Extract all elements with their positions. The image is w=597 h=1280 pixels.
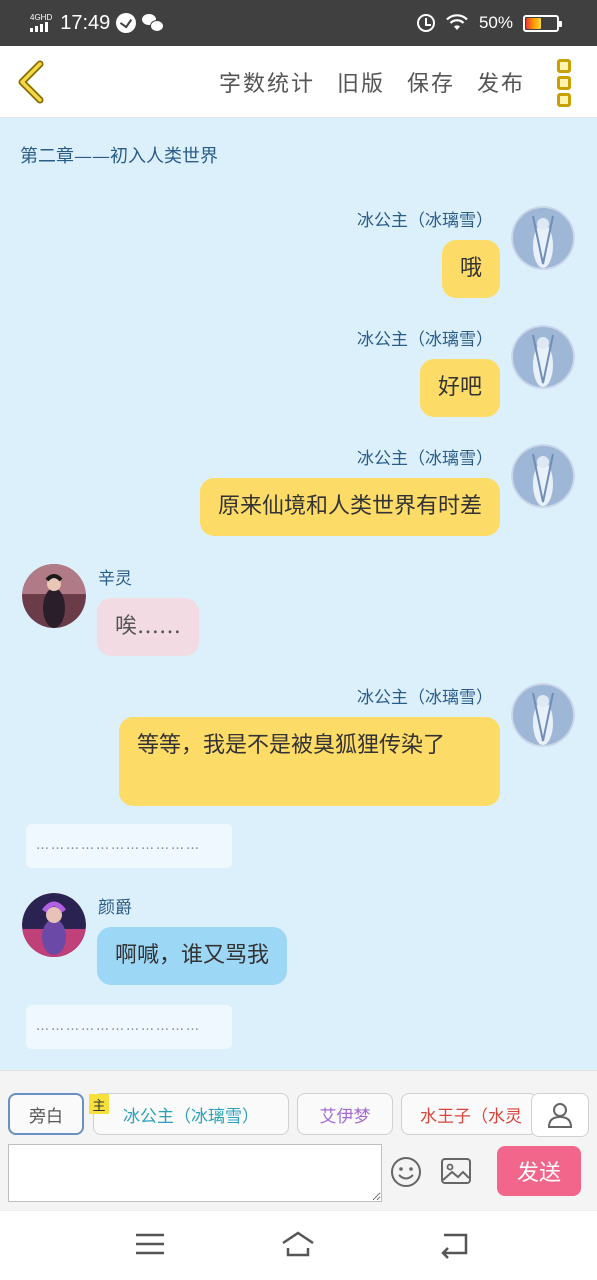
avatar-xinling[interactable] (22, 564, 86, 628)
word-count-button[interactable]: 字数统计 (219, 66, 315, 98)
role-narration[interactable]: 旁白 (8, 1093, 84, 1135)
message-bubble[interactable]: 好吧 (419, 359, 500, 417)
input-bar: 发送 (0, 1140, 597, 1210)
back-icon[interactable] (436, 1229, 472, 1259)
wifi-icon (446, 14, 468, 30)
speaker-name: 冰公主（冰璃雪） (357, 330, 493, 350)
more-vertical-icon[interactable] (557, 59, 573, 107)
publish-button[interactable]: 发布 (477, 66, 525, 98)
speaker-name: 冰公主（冰璃雪） (357, 688, 493, 708)
message-bubble[interactable]: 哦 (441, 240, 500, 298)
speaker-name: 颜爵 (98, 898, 132, 918)
network-type: 4GHD (30, 13, 53, 22)
send-button[interactable]: 发送 (497, 1146, 581, 1196)
chevron-left-icon (18, 60, 44, 104)
avatar-ice-princess[interactable] (511, 683, 575, 747)
old-version-button[interactable]: 旧版 (337, 66, 385, 98)
message-bubble[interactable]: 原来仙境和人类世界有时差 (199, 478, 500, 536)
signal-icon: 4GHD (30, 14, 52, 32)
chat-area[interactable]: 第二章——初入人类世界 冰公主（冰璃雪） 哦 冰公主（冰璃雪） 好吧 冰公主（冰… (0, 118, 597, 1070)
alarm-icon (416, 14, 435, 32)
avatar-ice-princess[interactable] (511, 206, 575, 270)
narration-block[interactable]: …………………………… (26, 1005, 232, 1049)
battery-percent: 50% (478, 13, 513, 32)
main-role-badge: 主 (89, 1094, 109, 1114)
system-nav-bar (0, 1210, 597, 1280)
menu-icon[interactable] (132, 1229, 168, 1259)
back-button[interactable] (10, 58, 54, 106)
save-button[interactable]: 保存 (407, 66, 455, 98)
speaker-name: 冰公主（冰璃雪） (357, 449, 493, 469)
speaker-name: 辛灵 (98, 569, 132, 589)
clock-app-icon (116, 13, 137, 33)
image-icon[interactable] (440, 1156, 472, 1186)
speaker-name: 冰公主（冰璃雪） (357, 211, 493, 231)
editor-toolbar: 字数统计 旧版 保存 发布 (0, 46, 597, 118)
role-ice-princess[interactable]: 冰公主（冰璃雪） (93, 1093, 289, 1135)
home-icon[interactable] (280, 1229, 316, 1259)
chapter-title: 第二章——初入人类世界 (20, 146, 218, 167)
avatar-yanjue[interactable] (22, 893, 86, 957)
avatar-ice-princess[interactable] (511, 325, 575, 389)
role-selector: 旁白 主 冰公主（冰璃雪） 艾伊梦 水王子（水灵 (0, 1070, 597, 1140)
battery-icon (523, 14, 562, 32)
user-icon (547, 1103, 573, 1128)
status-time: 17:49 (60, 11, 111, 34)
status-left: 4GHD 17:49 (30, 10, 165, 36)
message-bubble[interactable]: 等等，我是不是被臭狐狸传染了 (119, 717, 500, 806)
toolbar-actions: 字数统计 旧版 保存 发布 (219, 46, 525, 118)
status-right: 50% (416, 10, 562, 36)
status-bar: 4GHD 17:49 50% (0, 0, 597, 46)
avatar-ice-princess[interactable] (511, 444, 575, 508)
wechat-icon (142, 14, 165, 32)
role-aiyimeng[interactable]: 艾伊梦 (297, 1093, 393, 1135)
role-water-prince[interactable]: 水王子（水灵 (401, 1093, 537, 1135)
message-input[interactable] (8, 1144, 382, 1202)
narration-block[interactable]: …………………………… (26, 824, 232, 868)
message-bubble[interactable]: 唉…… (97, 598, 200, 656)
message-bubble[interactable]: 啊喊，谁又骂我 (97, 927, 288, 985)
add-role-button[interactable] (531, 1093, 589, 1137)
emoji-icon[interactable] (390, 1156, 422, 1188)
